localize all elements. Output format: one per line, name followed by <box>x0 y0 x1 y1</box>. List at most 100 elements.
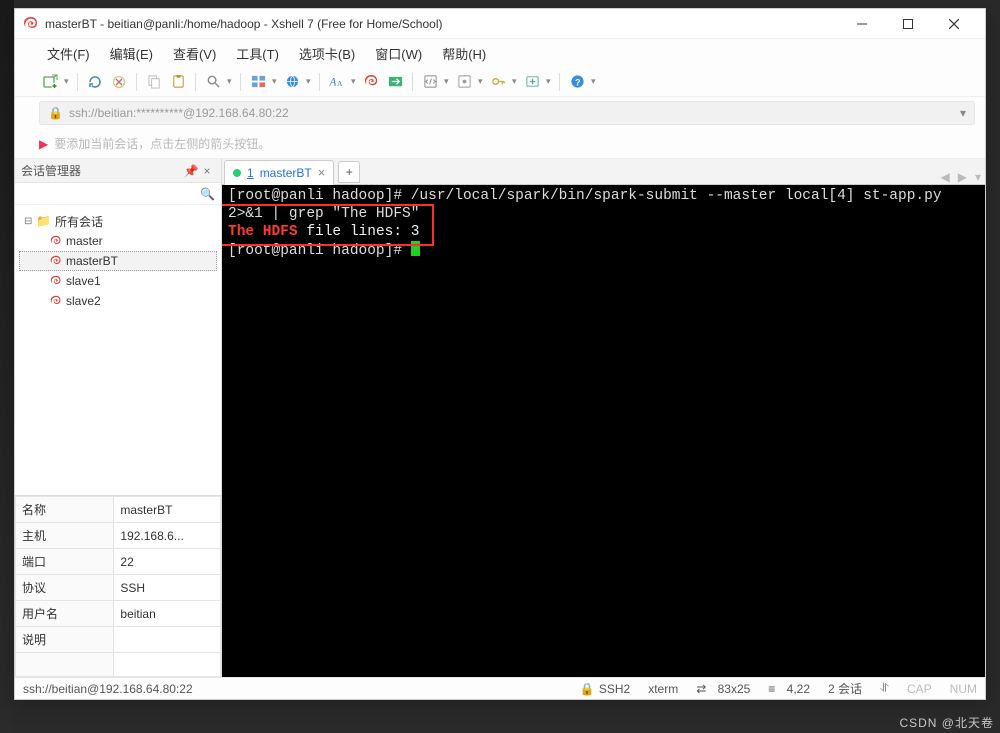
reconnect-button[interactable] <box>84 71 106 93</box>
cursor-icon <box>411 241 420 256</box>
tree-root-label: 所有会话 <box>55 213 103 230</box>
status-proto: SSH2 <box>599 682 630 696</box>
session-item-masterbt[interactable]: masterBT <box>19 251 217 271</box>
watermark: CSDN @北天卷 <box>899 714 994 731</box>
prop-proto-k: 协议 <box>16 575 114 601</box>
menu-help[interactable]: 帮助(H) <box>434 40 494 67</box>
prop-desc-k: 说明 <box>16 627 114 653</box>
lock-icon: 🔒 <box>48 106 63 120</box>
session-label: masterBT <box>66 254 118 268</box>
layout-button[interactable] <box>247 71 269 93</box>
xftp-button[interactable] <box>384 71 406 93</box>
script-button[interactable] <box>419 71 441 93</box>
globe-button[interactable] <box>281 71 303 93</box>
font-button[interactable]: AA <box>326 71 348 93</box>
term-cmd: /usr/local/spark/bin/spark-submit --mast… <box>411 188 951 204</box>
prop-user-v: beitian <box>114 601 221 627</box>
tab-prev-icon[interactable]: ◀ <box>937 170 954 184</box>
dropdown-icon[interactable]: ▾ <box>305 76 313 87</box>
dropdown-icon[interactable]: ▾ <box>271 76 279 87</box>
session-item-slave1[interactable]: slave1 <box>19 271 217 291</box>
menu-tab[interactable]: 选项卡(B) <box>291 40 363 67</box>
paste-button[interactable] <box>167 71 189 93</box>
prop-name-k: 名称 <box>16 497 114 523</box>
minimize-button[interactable] <box>839 9 885 39</box>
prop-user-k: 用户名 <box>16 601 114 627</box>
updown-icon: ⥯ <box>880 681 889 696</box>
term-rest: file lines: 3 <box>298 224 420 240</box>
dropdown-icon[interactable]: ▾ <box>590 76 598 87</box>
window-title: masterBT - beitian@panli:/home/hadoop - … <box>45 17 442 31</box>
xshell-icon[interactable] <box>360 71 382 93</box>
session-item-slave2[interactable]: slave2 <box>19 291 217 311</box>
dropdown-icon[interactable]: ▾ <box>511 76 519 87</box>
dropdown-icon[interactable]: ▾ <box>477 76 485 87</box>
hint-text: 要添加当前会话，点击左侧的箭头按钮。 <box>54 135 270 152</box>
dropdown-icon[interactable]: ▾ <box>226 76 234 87</box>
status-dot-icon <box>233 169 241 177</box>
key-button[interactable] <box>487 71 509 93</box>
session-icon <box>50 275 62 287</box>
close-button[interactable] <box>931 9 977 39</box>
prop-host-v: 192.168.6... <box>114 523 221 549</box>
session-tree[interactable]: ⊟ 📁 所有会话 master masterBT slave1 <box>15 205 221 495</box>
prop-proto-v: SSH <box>114 575 221 601</box>
toolbar: ▾ ▾ ▾ ▾ AA ▾ ▾ ▾ ▾ ▾ ? ▾ <box>15 67 985 97</box>
dropdown-icon[interactable]: ▾ <box>63 76 71 87</box>
terminal[interactable]: [root@panli hadoop]# /usr/local/spark/bi… <box>222 185 985 677</box>
prop-port-k: 端口 <box>16 549 114 575</box>
status-bar: ssh://beitian@192.168.64.80:22 🔒SSH2 xte… <box>15 677 985 699</box>
hint-bar: ▶ 要添加当前会话，点击左侧的箭头按钮。 <box>15 129 985 159</box>
session-label: master <box>66 234 103 248</box>
collapse-icon[interactable]: ⊟ <box>24 216 36 227</box>
session-label: slave1 <box>66 274 101 288</box>
session-item-master[interactable]: master <box>19 231 217 251</box>
address-bar[interactable]: 🔒 ssh://beitian:**********@192.168.64.80… <box>39 101 975 125</box>
lock-icon: 🔒 <box>580 682 595 696</box>
session-icon <box>50 295 62 307</box>
disconnect-button[interactable] <box>108 71 130 93</box>
pin-icon[interactable]: 📌 <box>183 164 199 178</box>
session-icon <box>50 255 62 267</box>
tools-button[interactable] <box>453 71 475 93</box>
dropdown-icon[interactable]: ▾ <box>960 106 966 120</box>
dropdown-icon[interactable]: ▾ <box>545 76 553 87</box>
menu-window[interactable]: 窗口(W) <box>367 40 430 67</box>
prop-name-v: masterBT <box>114 497 221 523</box>
svg-text:?: ? <box>574 77 580 87</box>
menu-file[interactable]: 文件(F) <box>39 40 98 67</box>
find-button[interactable] <box>202 71 224 93</box>
term-match: The HDFS <box>228 224 298 240</box>
panel-header[interactable]: 会话管理器 📌 × <box>15 159 221 183</box>
tab-menu-icon[interactable]: ▾ <box>971 170 985 184</box>
copy-button[interactable] <box>143 71 165 93</box>
tab-close-icon[interactable]: × <box>318 165 326 180</box>
status-conn: ssh://beitian@192.168.64.80:22 <box>23 682 193 696</box>
session-manager-panel: 会话管理器 📌 × 🔍 ⊟ 📁 所有会话 master <box>15 159 222 677</box>
menu-tools[interactable]: 工具(T) <box>228 40 287 67</box>
status-num: NUM <box>950 682 977 696</box>
panel-title: 会话管理器 <box>21 162 81 179</box>
new-session-button[interactable] <box>39 71 61 93</box>
new-tab-button[interactable]: + <box>338 161 360 183</box>
add-button[interactable] <box>521 71 543 93</box>
menu-view[interactable]: 查看(V) <box>165 40 224 67</box>
close-panel-icon[interactable]: × <box>199 164 215 178</box>
folder-icon: 📁 <box>36 214 51 228</box>
term-prompt2: [root@panli hadoop]# <box>228 243 411 259</box>
titlebar[interactable]: masterBT - beitian@panli:/home/hadoop - … <box>15 9 985 39</box>
dropdown-icon[interactable]: ▾ <box>350 76 358 87</box>
help-button[interactable]: ? <box>566 71 588 93</box>
tree-root[interactable]: ⊟ 📁 所有会话 <box>19 211 217 231</box>
session-properties: 名称masterBT 主机192.168.6... 端口22 协议SSH 用户名… <box>15 495 221 677</box>
maximize-button[interactable] <box>885 9 931 39</box>
menubar: 文件(F) 编辑(E) 查看(V) 工具(T) 选项卡(B) 窗口(W) 帮助(… <box>15 39 985 67</box>
session-search[interactable]: 🔍 <box>15 183 221 205</box>
tab-masterbt[interactable]: 1 masterBT × <box>224 160 334 185</box>
dropdown-icon[interactable]: ▾ <box>443 76 451 87</box>
address-text: ssh://beitian:**********@192.168.64.80:2… <box>69 106 289 120</box>
menu-edit[interactable]: 编辑(E) <box>102 40 161 67</box>
app-window: masterBT - beitian@panli:/home/hadoop - … <box>14 8 986 700</box>
term-line2: 2>&1 | grep "The HDFS" <box>228 206 419 222</box>
tab-next-icon[interactable]: ▶ <box>954 170 971 184</box>
